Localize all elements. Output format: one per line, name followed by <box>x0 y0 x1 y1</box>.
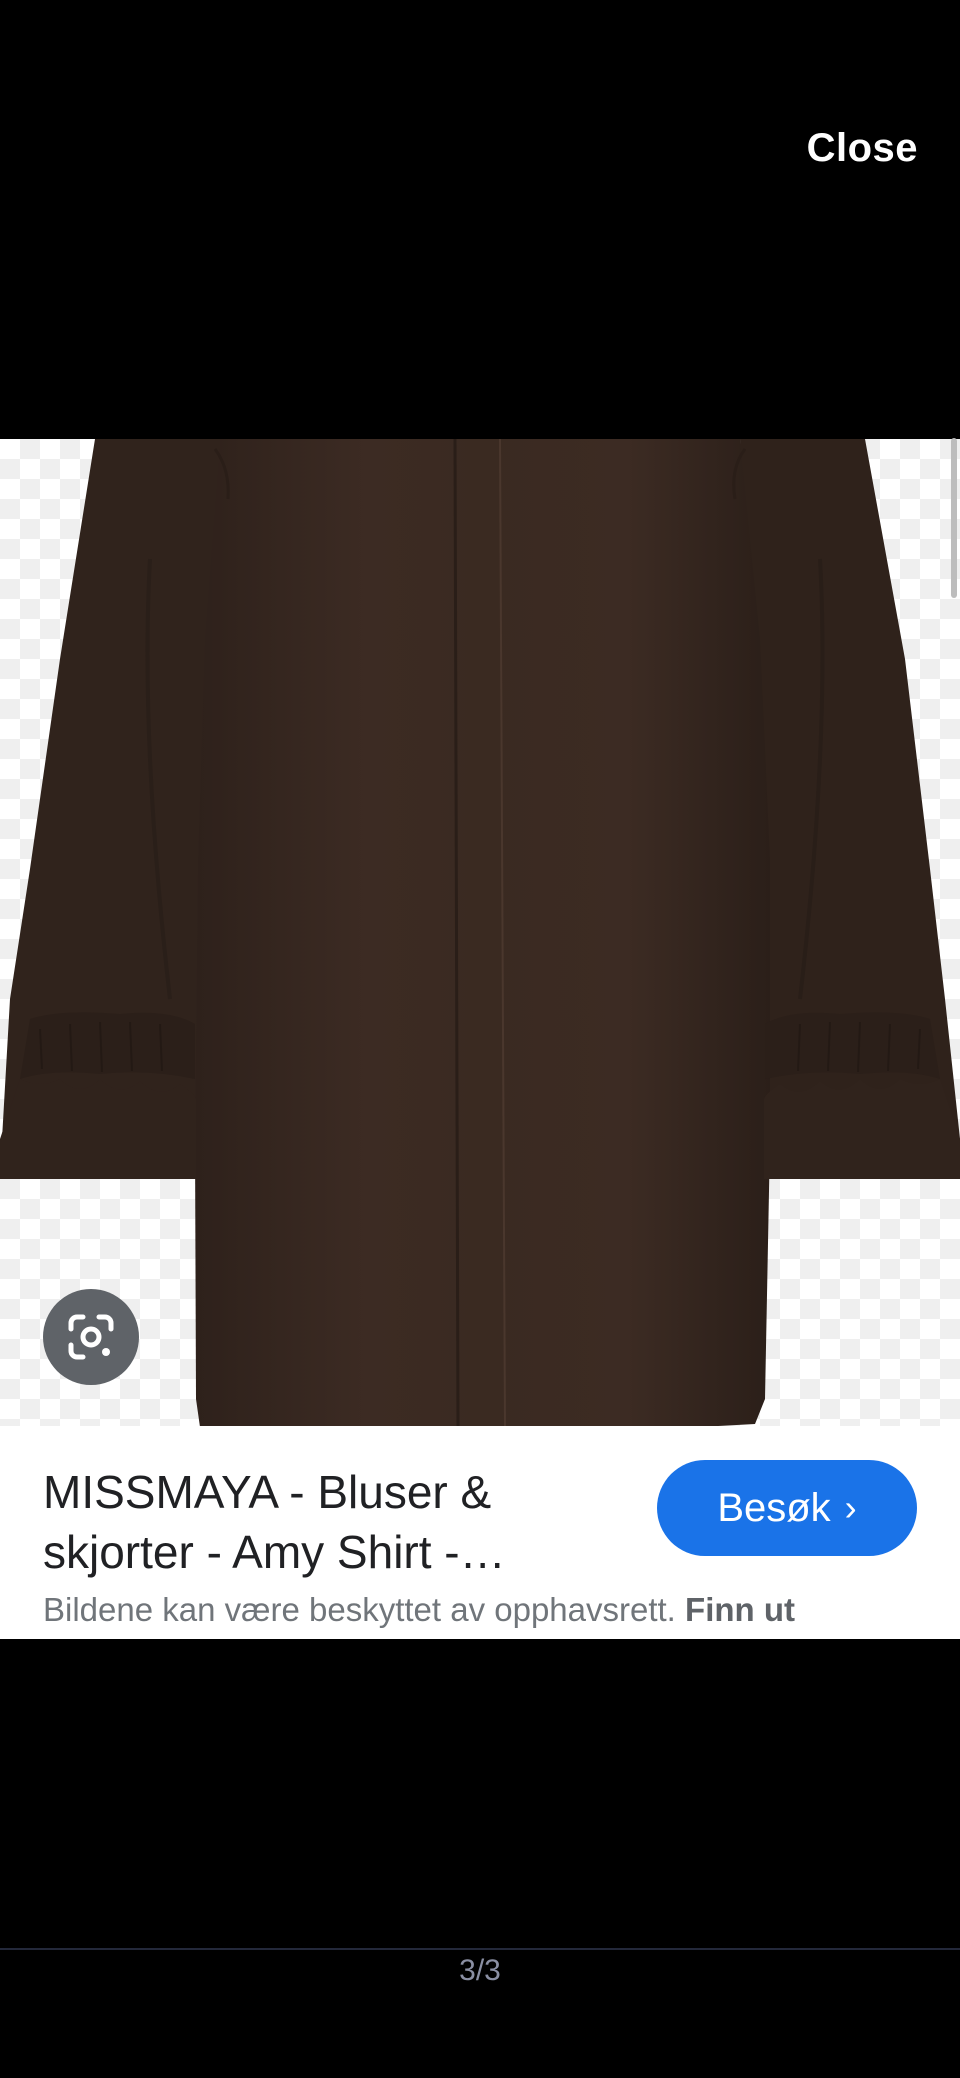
page-counter: 3/3 <box>459 1954 501 1987</box>
scrollbar[interactable] <box>951 438 957 598</box>
copyright-notice: Bildene kan være beskyttet av opphavsret… <box>43 1590 795 1630</box>
close-button[interactable]: Close <box>807 126 918 171</box>
bottom-divider <box>0 1948 960 1950</box>
learn-more-link[interactable]: Finn ut <box>685 1591 795 1628</box>
image-viewer-screen: Close MISSMAYA - Bluser & skjorter - Amy… <box>0 0 960 2078</box>
google-lens-button[interactable] <box>43 1289 139 1385</box>
google-lens-icon <box>68 1314 114 1360</box>
chevron-right-icon: › <box>844 1487 857 1528</box>
copyright-text: Bildene kan være beskyttet av opphavsret… <box>43 1591 676 1628</box>
result-info-card: MISSMAYA - Bluser & skjorter - Amy Shirt… <box>0 1426 960 1639</box>
visit-button-label: Besøk <box>717 1485 831 1530</box>
result-title[interactable]: MISSMAYA - Bluser & skjorter - Amy Shirt… <box>43 1462 603 1582</box>
visit-button[interactable]: Besøk › <box>657 1460 917 1556</box>
product-image[interactable] <box>0 439 960 1426</box>
shirt-image <box>0 439 960 1426</box>
